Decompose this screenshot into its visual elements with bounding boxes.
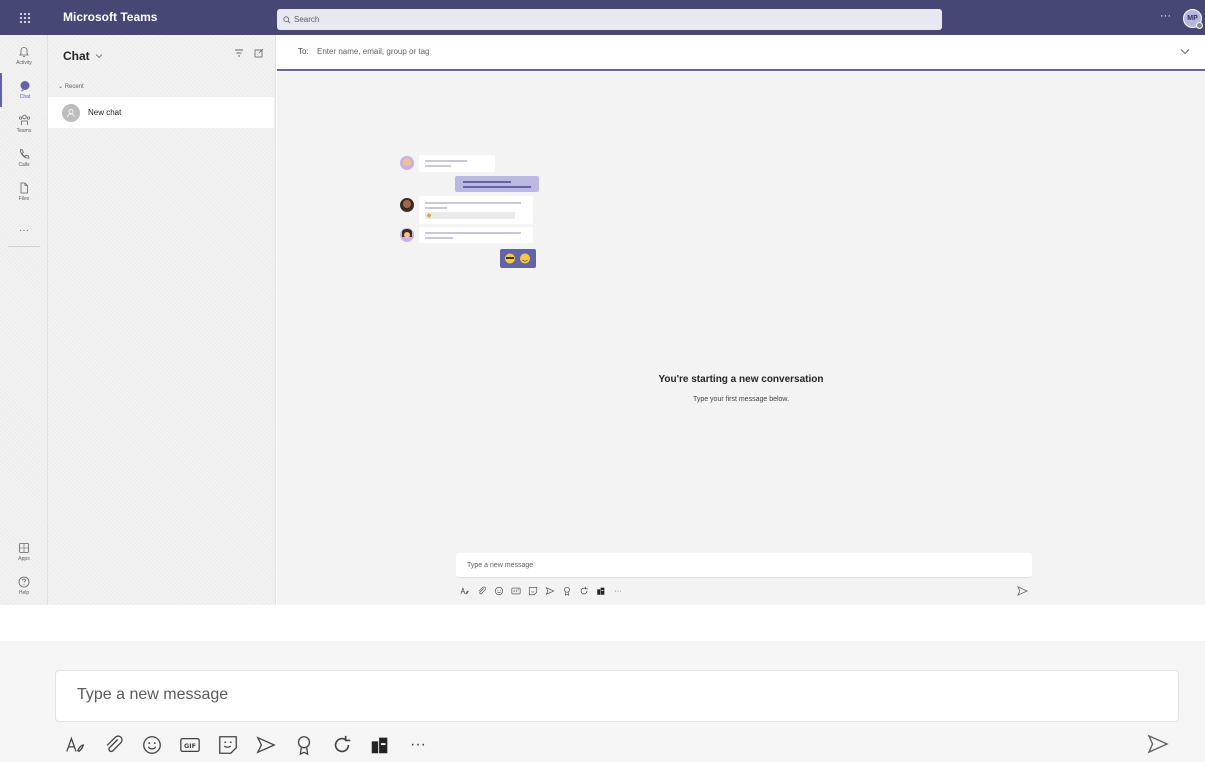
gif-icon[interactable]: GIF bbox=[178, 733, 202, 757]
sticker-icon[interactable] bbox=[528, 586, 538, 596]
app-launcher-icon[interactable] bbox=[0, 0, 50, 35]
new-conversation-illustration bbox=[400, 155, 539, 268]
chat-heading-dropdown[interactable]: Chat bbox=[63, 49, 103, 63]
recipient-input[interactable]: Enter name, email, group or tag bbox=[317, 47, 430, 56]
praise-icon[interactable] bbox=[292, 733, 316, 757]
message-placeholder: Type a new message bbox=[77, 686, 229, 703]
praise-icon[interactable] bbox=[562, 586, 572, 596]
app-title: Microsoft Teams bbox=[63, 10, 158, 24]
rail-item-chat[interactable]: Chat bbox=[0, 73, 48, 107]
attach-icon[interactable] bbox=[102, 733, 126, 757]
rail-label: Apps bbox=[18, 556, 30, 562]
chevron-down-icon: ⌄ bbox=[58, 84, 65, 90]
presence-status-icon bbox=[1196, 22, 1203, 29]
recent-section-header[interactable]: ⌄ Recent bbox=[58, 83, 84, 90]
more-icon[interactable]: ··· bbox=[406, 733, 430, 757]
format-icon[interactable] bbox=[460, 586, 470, 596]
rail-item-apps[interactable]: Apps bbox=[0, 535, 48, 569]
emoji-icon[interactable] bbox=[140, 733, 164, 757]
approvals-icon[interactable] bbox=[596, 586, 606, 596]
message-input[interactable]: Type a new message bbox=[456, 553, 1032, 578]
rail-item-calls[interactable]: Calls bbox=[0, 141, 48, 175]
rail-label: Help bbox=[18, 590, 30, 596]
divider bbox=[8, 246, 40, 247]
more-icon: ··· bbox=[19, 224, 29, 236]
gif-icon[interactable] bbox=[511, 586, 521, 596]
empty-state-title: You're starting a new conversation bbox=[658, 374, 824, 385]
loop-icon[interactable] bbox=[330, 733, 354, 757]
chat-heading: Chat bbox=[63, 49, 90, 63]
recipient-bar: To: Enter name, email, group or tag bbox=[277, 35, 1205, 71]
approvals-icon[interactable] bbox=[368, 733, 392, 757]
avatar[interactable]: MP bbox=[1183, 9, 1203, 29]
attach-icon[interactable] bbox=[477, 586, 487, 596]
rail-item-activity[interactable]: Activity bbox=[0, 39, 48, 73]
compose-toolbar: ··· bbox=[460, 585, 630, 597]
rail-item-more[interactable]: ··· bbox=[0, 213, 48, 247]
rail-label: Calls bbox=[18, 162, 30, 168]
message-input-zoomed[interactable]: Type a new message bbox=[55, 670, 1179, 722]
list-item[interactable]: New chat bbox=[48, 97, 274, 128]
separator-gap bbox=[0, 605, 1205, 641]
compose-toolbar-zoomed: GIF ··· bbox=[64, 733, 444, 757]
apps-icon bbox=[19, 543, 29, 553]
rail-label: Files bbox=[18, 196, 30, 202]
filter-icon[interactable] bbox=[234, 49, 244, 57]
search-icon bbox=[283, 15, 291, 23]
meet-icon[interactable] bbox=[545, 586, 555, 596]
rail-label: Teams bbox=[16, 128, 32, 134]
help-icon bbox=[18, 576, 30, 588]
rail-label: Chat bbox=[19, 94, 31, 100]
format-icon[interactable] bbox=[64, 733, 88, 757]
list-item-label: New chat bbox=[88, 108, 122, 117]
sticker-icon[interactable] bbox=[216, 733, 240, 757]
search-input[interactable]: Search bbox=[277, 9, 942, 30]
gif-label: GIF bbox=[184, 742, 196, 750]
rail-item-files[interactable]: Files bbox=[0, 175, 48, 209]
rail-label: Activity bbox=[16, 60, 32, 66]
phone-icon bbox=[20, 149, 30, 159]
new-chat-icon[interactable] bbox=[254, 48, 264, 58]
recent-label: Recent bbox=[64, 84, 84, 90]
top-bar: Microsoft Teams Search ··· MP bbox=[0, 0, 1205, 35]
settings-more-button[interactable]: ··· bbox=[1160, 0, 1171, 35]
message-placeholder: Type a new message bbox=[467, 562, 534, 569]
empty-state-subtitle: Type your first message below. bbox=[692, 396, 790, 403]
rail-item-teams[interactable]: Teams bbox=[0, 107, 48, 141]
loop-icon[interactable] bbox=[579, 586, 589, 596]
app-bar: Activity Chat Teams Calls Files ··· Apps… bbox=[0, 35, 48, 605]
emoji-icon[interactable] bbox=[494, 586, 504, 596]
search-placeholder: Search bbox=[294, 15, 320, 24]
chevron-down-icon[interactable] bbox=[1180, 48, 1190, 55]
send-icon[interactable] bbox=[1147, 734, 1169, 754]
bell-icon bbox=[19, 47, 29, 57]
teams-icon bbox=[18, 114, 30, 125]
to-label: To: bbox=[298, 47, 309, 56]
person-icon bbox=[62, 103, 80, 122]
avatar-initials: MP bbox=[1187, 15, 1198, 22]
send-icon[interactable] bbox=[1017, 586, 1028, 596]
meet-icon[interactable] bbox=[254, 733, 278, 757]
chat-icon bbox=[20, 81, 30, 92]
chat-list-pane: Chat ⌄ Recent New chat bbox=[48, 35, 276, 605]
rail-item-help[interactable]: Help bbox=[0, 569, 48, 603]
more-icon[interactable]: ··· bbox=[613, 586, 623, 596]
file-icon bbox=[20, 182, 28, 194]
chevron-down-icon bbox=[95, 54, 102, 59]
